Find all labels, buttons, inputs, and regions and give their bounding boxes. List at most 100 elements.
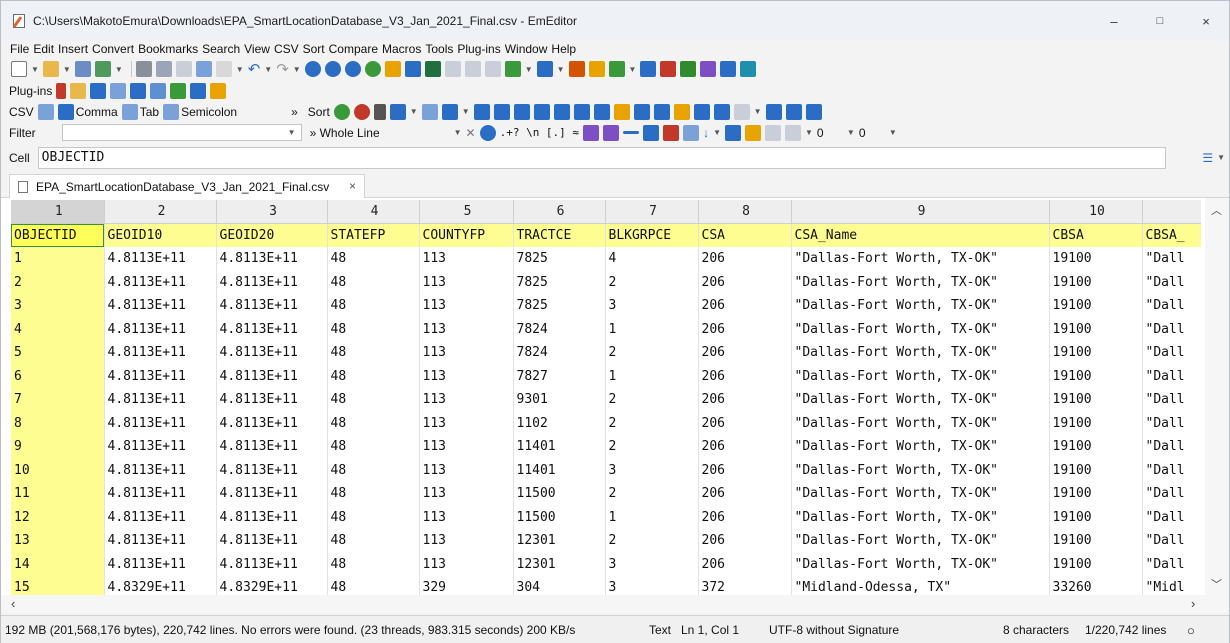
table-cell[interactable]: 48 <box>327 576 420 595</box>
table-cell[interactable]: 48 <box>327 529 420 553</box>
chevron-down-icon[interactable]: ▼ <box>525 65 533 74</box>
table-cell[interactable]: 113 <box>419 247 514 271</box>
find-in-files-icon[interactable] <box>384 61 401 77</box>
table-cell[interactable]: 12301 <box>513 529 606 553</box>
menu-help[interactable]: Help <box>551 41 576 58</box>
table-cell[interactable]: 206 <box>698 317 792 341</box>
table-cell[interactable]: 113 <box>419 482 514 506</box>
table-cell[interactable]: COUNTYFP <box>419 223 514 247</box>
table-cell[interactable]: 113 <box>419 341 514 365</box>
table-cell[interactable]: 48 <box>327 552 420 576</box>
table-cell[interactable]: 4.8113E+11 <box>216 364 328 388</box>
table-cell[interactable]: 1102 <box>513 411 606 435</box>
table-cell[interactable]: 4.8113E+11 <box>104 458 217 482</box>
table-cell[interactable]: "Dall <box>1142 294 1201 318</box>
save-icon[interactable] <box>74 61 91 77</box>
semicolon-button[interactable]: Semicolon <box>163 103 237 120</box>
plugin-bracket-icon[interactable] <box>70 82 87 99</box>
table-cell[interactable]: 4.8113E+11 <box>104 505 217 529</box>
table-cell[interactable]: 19100 <box>1049 482 1143 506</box>
csv-view-icon[interactable] <box>444 61 461 77</box>
table-cell[interactable]: 48 <box>327 482 420 506</box>
customize-icon[interactable] <box>700 61 717 77</box>
column-number-header[interactable]: 4 <box>327 200 420 224</box>
scroll-down-icon[interactable]: ﹀ <box>1211 576 1222 592</box>
table-cell[interactable]: 3 <box>605 458 699 482</box>
sort-date-icon[interactable] <box>593 103 610 120</box>
table-cell[interactable]: 372 <box>698 576 792 595</box>
table-cell[interactable]: 3 <box>605 552 699 576</box>
table-cell[interactable]: 33260 <box>1049 576 1143 595</box>
whole-line-dropdown[interactable]: » Whole Line <box>310 126 450 140</box>
csv-toolbar-overflow-button[interactable]: » <box>291 105 298 119</box>
table-cell[interactable]: 4.8113E+11 <box>216 435 328 459</box>
table-cell[interactable]: 2 <box>605 482 699 506</box>
table-cell[interactable]: 2 <box>605 411 699 435</box>
lock-icon[interactable] <box>744 124 761 141</box>
grid-view-icon[interactable] <box>424 61 441 77</box>
table-cell[interactable]: 11401 <box>513 458 606 482</box>
sort-settings-icon[interactable] <box>333 103 350 120</box>
table-cell[interactable]: 113 <box>419 317 514 341</box>
lines-before-combo[interactable]: 0 ▼ <box>817 126 859 140</box>
table-cell[interactable]: 4.8113E+11 <box>216 270 328 294</box>
sort-descending-icon[interactable] <box>653 103 670 120</box>
table-cell[interactable]: 48 <box>327 435 420 459</box>
redo-icon[interactable]: ↷ <box>276 60 289 78</box>
table-cell[interactable]: "Dall <box>1142 505 1201 529</box>
table-cell[interactable]: 4.8113E+11 <box>216 388 328 412</box>
tools-icon[interactable] <box>740 61 757 77</box>
column-number-header[interactable] <box>1142 200 1201 224</box>
minimize-button[interactable]: – <box>1091 1 1137 41</box>
filter-options[interactable]: .+? \n [.] ≈ <box>500 126 579 139</box>
list-icon[interactable] <box>640 61 657 77</box>
record-stop-icon[interactable] <box>660 61 677 77</box>
table-cell[interactable]: 19100 <box>1049 247 1143 271</box>
table-cell[interactable]: 7824 <box>513 317 606 341</box>
table-cell[interactable]: 19100 <box>1049 317 1143 341</box>
sort-a-z-icon[interactable] <box>473 103 490 120</box>
table-cell[interactable]: 206 <box>698 552 792 576</box>
table-cell[interactable]: 19100 <box>1049 435 1143 459</box>
table-cell[interactable]: 113 <box>419 435 514 459</box>
lines-after-combo[interactable]: 0 ▼ <box>859 126 901 140</box>
table-cell[interactable]: 4.8113E+11 <box>104 317 217 341</box>
table-cell[interactable]: 1 <box>11 247 105 271</box>
table-cell[interactable]: 48 <box>327 294 420 318</box>
comma-button[interactable]: Comma <box>57 103 118 120</box>
table-cell[interactable]: 206 <box>698 505 792 529</box>
column-number-header[interactable]: 10 <box>1049 200 1143 224</box>
table-cell[interactable]: 7824 <box>513 341 606 365</box>
copy-icon[interactable] <box>195 61 212 77</box>
table-cell[interactable]: 2 <box>605 341 699 365</box>
sort-length-asc-icon[interactable] <box>553 103 570 120</box>
table-cell[interactable]: "Dallas-Fort Worth, TX-OK" <box>791 247 1050 271</box>
table-cell[interactable]: "Dallas-Fort Worth, TX-OK" <box>791 364 1050 388</box>
filter-funnel-icon[interactable] <box>643 124 660 141</box>
chevron-down-icon[interactable]: ▼ <box>805 128 813 137</box>
plugin-outline-icon[interactable] <box>110 82 127 99</box>
split-csv-icon[interactable] <box>693 103 710 120</box>
table-cell[interactable]: 11500 <box>513 505 606 529</box>
plugin-projects-icon[interactable] <box>150 82 167 99</box>
table-cell[interactable]: 19100 <box>1049 529 1143 553</box>
scroll-right-icon[interactable]: › <box>1191 596 1195 611</box>
table-cell[interactable]: 11 <box>11 482 105 506</box>
table-cell[interactable]: "Dallas-Fort Worth, TX-OK" <box>791 270 1050 294</box>
table-cell[interactable]: 4.8113E+11 <box>104 411 217 435</box>
sort-0-9-icon[interactable] <box>513 103 530 120</box>
chevron-down-icon[interactable]: ▼ <box>1217 153 1225 162</box>
table-cell[interactable]: 4.8113E+11 <box>104 341 217 365</box>
csv-normal-mode-icon[interactable] <box>37 103 54 120</box>
column-number-header[interactable]: 2 <box>104 200 217 224</box>
table-cell[interactable]: OBJECTID <box>11 223 105 247</box>
vertical-scrollbar[interactable]: ︿ ﹀ <box>1205 198 1229 595</box>
column-number-header[interactable]: 6 <box>513 200 606 224</box>
table-cell[interactable]: 304 <box>513 576 606 595</box>
menu-window[interactable]: Window <box>505 41 548 58</box>
table-cell[interactable]: 206 <box>698 529 792 553</box>
table-cell[interactable]: 4.8113E+11 <box>104 247 217 271</box>
table-cell[interactable]: 4.8113E+11 <box>216 247 328 271</box>
table-cell[interactable]: 206 <box>698 458 792 482</box>
close-tab-icon[interactable]: × <box>349 179 356 193</box>
